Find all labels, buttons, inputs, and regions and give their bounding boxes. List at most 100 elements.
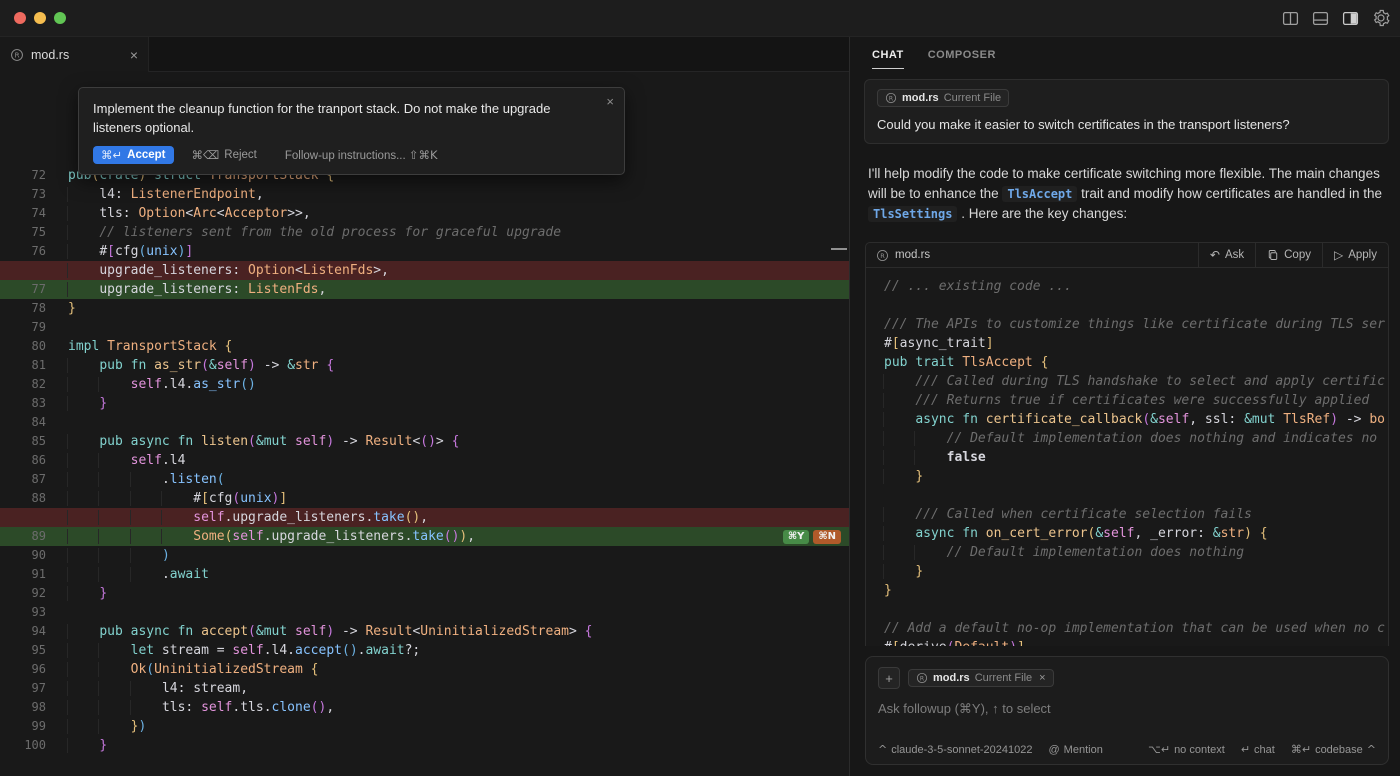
return-key: ↵ [1241, 743, 1250, 756]
line-number: 81 [0, 356, 46, 375]
mention-button[interactable]: @ Mention [1049, 744, 1103, 756]
option-return-keys: ⌥↵ [1148, 743, 1170, 756]
settings-gear-icon[interactable] [1372, 9, 1390, 27]
tab-close-icon[interactable]: × [130, 47, 138, 63]
line-number: 98 [0, 698, 46, 717]
tab-composer[interactable]: COMPOSER [928, 40, 996, 68]
tab-chat[interactable]: CHAT [872, 40, 904, 69]
chat-code-line: async fn on_cert_error(&self, _error: &s… [884, 524, 1388, 543]
accept-shortcut: ⌘↵ [101, 148, 122, 162]
code-line[interactable]: 84 [0, 413, 849, 432]
followup-instructions-button[interactable]: Follow-up instructions... ⇧⌘K [285, 148, 438, 162]
accept-button[interactable]: ⌘↵ Accept [93, 146, 174, 164]
chat-message-list[interactable]: R mod.rs Current File Could you make it … [850, 71, 1400, 646]
code-line[interactable]: 80impl TransportStack { [0, 337, 849, 356]
code-line[interactable]: 98 tls: self.tls.clone(), [0, 698, 849, 717]
code-line[interactable]: 83 } [0, 394, 849, 413]
minimize-window-button[interactable] [34, 12, 46, 24]
reject-button[interactable]: ⌘⌫ Reject [192, 148, 257, 162]
code-line[interactable]: 82 self.l4.as_str() [0, 375, 849, 394]
code-line[interactable]: 96 Ok(UninitializedStream { [0, 660, 849, 679]
code-line[interactable]: 81 pub fn as_str(&self) -> &str { [0, 356, 849, 375]
rust-file-icon: R [876, 249, 889, 262]
code-line[interactable]: 86 self.l4 [0, 451, 849, 470]
chat-submit-button[interactable]: ↵ chat [1241, 743, 1275, 756]
ask-button[interactable]: ↶ Ask [1198, 243, 1255, 267]
line-number: 74 [0, 204, 46, 223]
chat-code-line: // Default implementation does nothing [884, 543, 1388, 562]
context-file-chip[interactable]: R mod.rs Current File × [908, 669, 1054, 687]
panel-right-icon[interactable] [1342, 10, 1359, 27]
code-editor[interactable]: × Implement the cleanup function for the… [0, 72, 849, 776]
chat-code-line: pub trait TlsAccept { [884, 353, 1388, 372]
code-line[interactable]: 100 } [0, 736, 849, 755]
rust-file-icon: R [10, 48, 24, 62]
code-line[interactable]: 79 [0, 318, 849, 337]
code-line[interactable]: 94 pub async fn accept(&mut self) -> Res… [0, 622, 849, 641]
chat-code-block: R mod.rs ↶ Ask Copy [865, 242, 1389, 646]
line-number: 84 [0, 413, 46, 432]
line-number: 94 [0, 622, 46, 641]
code-line[interactable]: 85 pub async fn listen(&mut self) -> Res… [0, 432, 849, 451]
diff-deleted-line[interactable]: self.upgrade_listeners.take(), [0, 508, 849, 527]
chat-input-placeholder[interactable]: Ask followup (⌘Y), ↑ to select [878, 701, 1376, 717]
chat-code-line: } [884, 467, 1388, 486]
zoom-window-button[interactable] [54, 12, 66, 24]
code-line[interactable]: 92 } [0, 584, 849, 603]
diff-deleted-line[interactable]: upgrade_listeners: Option<ListenFds>, [0, 261, 849, 280]
panel-bottom-icon[interactable] [1312, 10, 1329, 27]
code-line[interactable]: 99 }) [0, 717, 849, 736]
editor-code-area[interactable]: 72pub(crate) struct TransportStack {73 l… [0, 166, 849, 755]
line-number: 88 [0, 489, 46, 508]
code-line[interactable]: 74 tls: Option<Arc<Acceptor>>, [0, 204, 849, 223]
tab-mod-rs[interactable]: R mod.rs × [0, 37, 149, 72]
add-context-button[interactable]: + [878, 667, 900, 689]
line-number: 77 [0, 280, 46, 299]
window-controls [14, 12, 66, 24]
chat-code-line: // Default implementation does nothing a… [884, 429, 1388, 448]
code-line[interactable]: 73 l4: ListenerEndpoint, [0, 185, 849, 204]
assistant-message-text: I'll help modify the code to make certif… [868, 164, 1384, 224]
copy-button[interactable]: Copy [1255, 243, 1322, 267]
line-number: 82 [0, 375, 46, 394]
diff-reject-badge[interactable]: ⌘N [813, 530, 841, 544]
diff-added-line[interactable]: 77 upgrade_listeners: ListenFds, [0, 280, 849, 299]
chat-code-line: #[derive(Default)] [884, 638, 1388, 646]
code-line[interactable]: 90 ) [0, 546, 849, 565]
line-number: 95 [0, 641, 46, 660]
chip-tag: Current File [944, 92, 1001, 104]
diff-accept-badge[interactable]: ⌘Y [783, 530, 810, 544]
line-number: 78 [0, 299, 46, 318]
svg-text:R: R [15, 51, 20, 59]
close-window-button[interactable] [14, 12, 26, 24]
no-context-button[interactable]: ⌥↵ no context [1148, 743, 1225, 756]
diff-added-line[interactable]: 89 Some(self.upgrade_listeners.take()),⌘… [0, 527, 849, 546]
code-block-body: // ... existing code .../// The APIs to … [866, 268, 1388, 646]
line-number: 93 [0, 603, 46, 622]
line-number: 99 [0, 717, 46, 736]
code-line[interactable]: 91 .await [0, 565, 849, 584]
code-line[interactable]: 75 // listeners sent from the old proces… [0, 223, 849, 242]
diff-accept-reject-badges[interactable]: ⌘Y⌘N [783, 530, 841, 544]
codebase-submit-button[interactable]: ⌘↵ codebase ^ [1291, 743, 1376, 756]
line-number: 73 [0, 185, 46, 204]
code-line[interactable]: 87 .listen( [0, 470, 849, 489]
code-block-header: R mod.rs ↶ Ask Copy [866, 243, 1388, 268]
code-line[interactable]: 88 #[cfg(unix)] [0, 489, 849, 508]
context-file-chip[interactable]: R mod.rs Current File [877, 89, 1009, 107]
popup-close-icon[interactable]: × [606, 94, 614, 109]
code-line[interactable]: 78} [0, 299, 849, 318]
model-selector[interactable]: ^ claude-3-5-sonnet-20241022 [878, 743, 1033, 756]
chat-input-box[interactable]: + R mod.rs Current File × Ask followup (… [865, 656, 1389, 765]
code-line[interactable]: 95 let stream = self.l4.accept().await?; [0, 641, 849, 660]
chip-close-icon[interactable]: × [1039, 672, 1045, 684]
code-line[interactable]: 93 [0, 603, 849, 622]
tab-label: mod.rs [31, 48, 69, 62]
code-line[interactable]: 76 #[cfg(unix)] [0, 242, 849, 261]
line-number: 79 [0, 318, 46, 337]
line-number: 87 [0, 470, 46, 489]
line-number: 97 [0, 679, 46, 698]
apply-button[interactable]: ▷ Apply [1322, 243, 1388, 267]
split-editor-icon[interactable] [1282, 10, 1299, 27]
code-line[interactable]: 97 l4: stream, [0, 679, 849, 698]
